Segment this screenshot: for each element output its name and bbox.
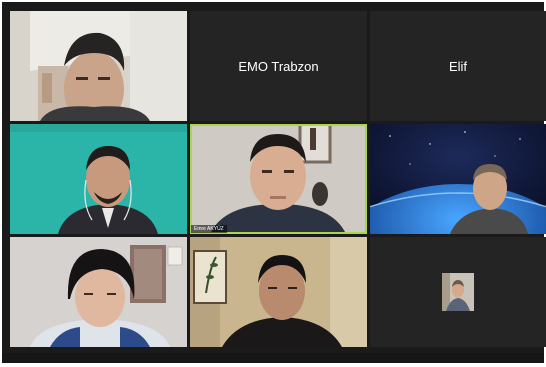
participant-tile-3[interactable]: Elif (370, 11, 546, 121)
participant-video-7 (10, 237, 187, 347)
participant-name-2: EMO Trabzon (238, 58, 319, 74)
participant-video-1 (10, 11, 187, 121)
participant-tile-8[interactable] (190, 237, 367, 347)
participant-tile-9[interactable] (370, 237, 546, 347)
video-grid: EMO Trabzon Elif Emre AKYÜZ (10, 11, 546, 347)
participant-avatar-9 (442, 273, 474, 311)
participant-tile-2[interactable]: EMO Trabzon (190, 11, 367, 121)
participant-video-8 (190, 237, 367, 347)
participant-caption-5: Emre AKYÜZ (191, 225, 227, 233)
participant-tile-1[interactable] (10, 11, 187, 121)
participant-name-3: Elif (448, 58, 468, 74)
bottom-bar (2, 353, 544, 363)
participant-video-4 (10, 124, 187, 234)
avatar-image (442, 273, 474, 311)
participant-tile-5[interactable]: Emre AKYÜZ (190, 124, 367, 234)
participant-video-5 (190, 124, 367, 234)
participant-tile-6[interactable] (370, 124, 546, 234)
participant-tile-4[interactable] (10, 124, 187, 234)
meeting-window: EMO Trabzon Elif Emre AKYÜZ (2, 2, 546, 363)
participant-tile-7[interactable] (10, 237, 187, 347)
participant-video-6 (370, 124, 546, 234)
